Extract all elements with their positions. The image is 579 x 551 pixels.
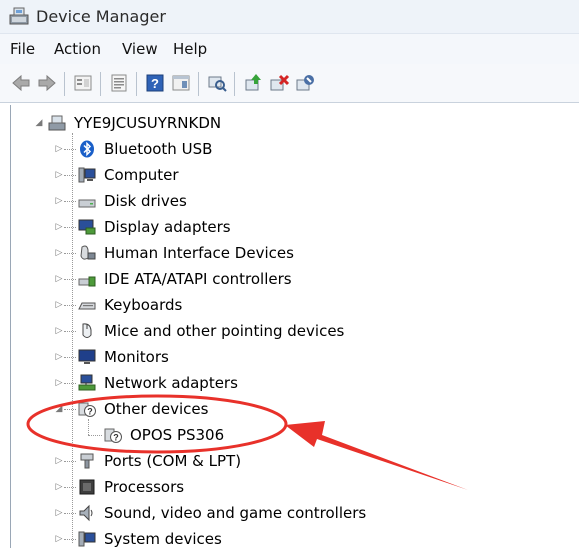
- expand-arrow-icon[interactable]: ▷: [54, 456, 64, 466]
- category-label: Mice and other pointing devices: [104, 322, 345, 340]
- collapse-arrow-icon[interactable]: ◢: [54, 404, 64, 414]
- tree-guide-line: [72, 133, 74, 543]
- tree-connector: [64, 253, 76, 255]
- toolbar-separator: [136, 72, 137, 96]
- expand-arrow-icon[interactable]: ▷: [54, 196, 64, 206]
- category-label: Sound, video and game controllers: [104, 504, 367, 522]
- expand-arrow-icon[interactable]: ▷: [54, 508, 64, 518]
- mouse-icon: [82, 323, 92, 338]
- toolbar: ?: [0, 64, 579, 103]
- toolbar-separator: [64, 72, 65, 96]
- menu-action[interactable]: Action: [54, 40, 101, 58]
- bluetooth-icon: [80, 140, 94, 158]
- expand-arrow-icon[interactable]: ▷: [54, 222, 64, 232]
- tree-connector: [64, 461, 76, 463]
- tree-connector: [64, 357, 76, 359]
- tree-connector: [64, 487, 76, 489]
- tree-connector: [64, 331, 76, 333]
- expand-arrow-icon[interactable]: ▷: [54, 378, 64, 388]
- tree-guide-line: [88, 419, 90, 435]
- category-label: Processors: [104, 478, 185, 496]
- tree-connector: [64, 305, 76, 307]
- forward-icon[interactable]: [36, 72, 58, 94]
- tree-connector: [88, 435, 102, 437]
- menu-help[interactable]: Help: [173, 40, 207, 58]
- display-adapter-icon: [78, 219, 96, 235]
- category-label: Display adapters: [104, 218, 231, 236]
- tree-connector: [64, 409, 76, 411]
- back-icon[interactable]: [10, 72, 32, 94]
- keyboard-icon: [78, 302, 96, 310]
- expand-arrow-icon[interactable]: ▷: [54, 300, 64, 310]
- unknown-device-icon: ?: [104, 428, 122, 443]
- scan-hardware-icon[interactable]: [206, 72, 228, 94]
- tree-connector: [64, 201, 76, 203]
- svg-text:?: ?: [113, 433, 119, 443]
- expand-arrow-icon[interactable]: ▷: [54, 170, 64, 180]
- category-label: Human Interface Devices: [104, 244, 294, 262]
- device-label: OPOS PS306: [130, 426, 225, 444]
- expand-arrow-icon[interactable]: ▷: [54, 352, 64, 362]
- speaker-icon: [79, 504, 93, 522]
- category-label: Ports (COM & LPT): [104, 452, 242, 470]
- computer-root-icon: [48, 115, 66, 131]
- tree-connector: [64, 149, 76, 151]
- menu-view[interactable]: View: [122, 40, 158, 58]
- view-icon[interactable]: [170, 72, 192, 94]
- properties-icon[interactable]: [72, 72, 94, 94]
- list-icon[interactable]: [108, 72, 130, 94]
- tree-connector: [64, 227, 76, 229]
- monitor-icon: [78, 349, 96, 364]
- tree-connector: [64, 175, 76, 177]
- tree-connector: [64, 279, 76, 281]
- expand-arrow-icon[interactable]: ▷: [54, 482, 64, 492]
- network-adapter-icon: [78, 374, 96, 391]
- ide-controller-icon: [78, 276, 96, 287]
- help-icon[interactable]: ?: [144, 72, 166, 94]
- tree-connector: [64, 513, 76, 515]
- toolbar-separator: [234, 72, 235, 96]
- expand-arrow-icon[interactable]: ▷: [54, 248, 64, 258]
- category-label: System devices: [104, 530, 222, 548]
- collapse-arrow-icon[interactable]: ◢: [34, 118, 44, 128]
- tree-connector: [64, 383, 76, 385]
- unknown-device-icon: ?: [78, 402, 96, 417]
- update-driver-icon[interactable]: [242, 72, 264, 94]
- category-label: IDE ATA/ATAPI controllers: [104, 270, 292, 288]
- menu-file[interactable]: File: [10, 40, 35, 58]
- category-label: Bluetooth USB: [104, 140, 213, 158]
- category-label: Monitors: [104, 348, 169, 366]
- toolbar-separator: [198, 72, 199, 96]
- root-label: YYE9JCUSUYRNKDN: [74, 114, 222, 132]
- computer-icon: [78, 167, 96, 183]
- category-label: Network adapters: [104, 374, 238, 392]
- category-label: Computer: [104, 166, 179, 184]
- expand-arrow-icon[interactable]: ▷: [54, 144, 64, 154]
- category-label: Keyboards: [104, 296, 183, 314]
- system-device-icon: [78, 531, 96, 547]
- uninstall-icon[interactable]: [268, 72, 290, 94]
- disk-drive-icon: [78, 199, 96, 208]
- expand-arrow-icon[interactable]: ▷: [54, 274, 64, 284]
- processor-icon: [79, 479, 95, 495]
- window-title: Device Manager: [36, 7, 166, 26]
- category-label: Disk drives: [104, 192, 187, 210]
- expand-arrow-icon[interactable]: ▷: [54, 326, 64, 336]
- port-icon: [80, 453, 94, 469]
- device-tree-pane: ◢ YYE9JCUSUYRNKDN ▷ Bluetooth USB ▷ Comp…: [0, 103, 579, 548]
- menu-bar: File Action View Help: [0, 34, 579, 64]
- device-manager-icon: [9, 7, 29, 25]
- svg-text:?: ?: [151, 76, 159, 91]
- expand-arrow-icon[interactable]: ▷: [54, 534, 64, 544]
- svg-text:?: ?: [87, 407, 93, 417]
- toolbar-separator: [100, 72, 101, 96]
- category-label: Other devices: [104, 400, 209, 418]
- disable-icon[interactable]: [294, 72, 316, 94]
- tree-connector: [64, 539, 76, 541]
- title-bar: Device Manager: [0, 0, 579, 34]
- hid-icon: [80, 245, 96, 260]
